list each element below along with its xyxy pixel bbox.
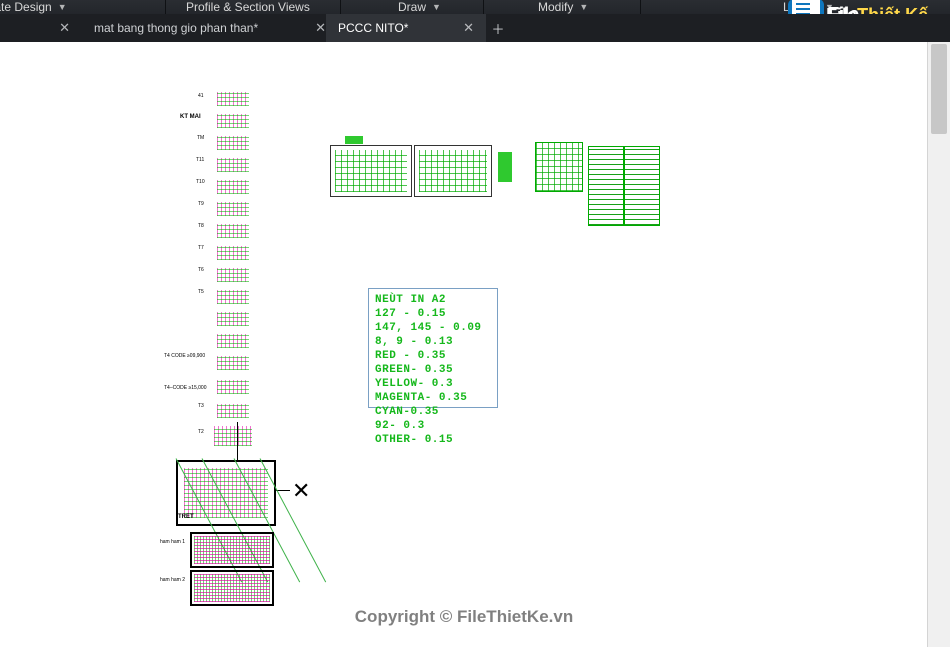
floor-thumbnail xyxy=(215,200,251,218)
floor-thumbnail xyxy=(215,90,251,108)
elev-dim: 41 xyxy=(198,94,204,99)
legend-swatch xyxy=(498,152,512,182)
caret-icon: ▼ xyxy=(58,0,67,14)
level-label: T2 xyxy=(198,430,204,435)
close-icon[interactable]: ✕ xyxy=(463,20,474,36)
basement-plan xyxy=(190,532,274,568)
floor-thumbnail xyxy=(215,112,251,130)
menu-label: Modify xyxy=(538,0,573,14)
schedule-table xyxy=(624,146,660,226)
file-tab[interactable]: 09* ✕ xyxy=(0,14,78,42)
menu-label: Create Design xyxy=(0,0,52,14)
floor-thumbnail xyxy=(215,156,251,174)
level-label: ham ham 2 xyxy=(160,578,185,583)
plot-style-note: NEÙT IN A2 127 - 0.15 147, 145 - 0.09 8,… xyxy=(368,288,498,408)
floor-thumbnail xyxy=(215,354,251,372)
level-label: ham ham 1 xyxy=(160,540,185,545)
copyright-watermark: Copyright © FileThietKe.vn xyxy=(0,608,928,625)
close-icon[interactable]: ✕ xyxy=(59,20,70,36)
menu-draw[interactable]: Draw ▼ xyxy=(390,0,449,14)
file-tab[interactable]: mat bang thong gio phan than* ✕ xyxy=(82,14,336,42)
level-label: T11 xyxy=(196,158,204,163)
menu-label: Profile & Section Views xyxy=(186,0,310,14)
level-label: TRET xyxy=(178,514,194,520)
floor-thumbnail xyxy=(215,310,251,328)
menu-separator xyxy=(340,0,341,14)
menu-separator xyxy=(165,0,166,14)
menu-separator xyxy=(483,0,484,14)
level-label: T7 xyxy=(198,246,204,251)
caret-icon: ▼ xyxy=(579,0,588,14)
caret-icon: ▼ xyxy=(432,0,441,14)
tab-title: PCCC NITO* xyxy=(338,21,408,35)
floor-thumbnail xyxy=(215,378,251,396)
floor-thumbnail xyxy=(215,288,251,306)
level-label: T4 CODE ≥09,900 xyxy=(164,354,205,359)
floor-thumbnail xyxy=(212,424,254,448)
sheet-frame xyxy=(414,145,492,197)
level-label: T8 xyxy=(198,224,204,229)
floor-thumbnail xyxy=(215,134,251,152)
cursor-x-icon: ✕ xyxy=(292,480,310,502)
plot-style-text: NEÙT IN A2 127 - 0.15 147, 145 - 0.09 8,… xyxy=(369,289,497,451)
floor-thumbnail xyxy=(215,222,251,240)
floor-thumbnail xyxy=(215,244,251,262)
close-icon[interactable]: ✕ xyxy=(315,20,326,36)
level-label: T10 xyxy=(196,180,205,185)
vertical-scrollbar[interactable] xyxy=(927,42,950,647)
menu-separator xyxy=(640,0,641,14)
schedule-table xyxy=(535,142,583,192)
level-label: KT MAI xyxy=(180,114,201,120)
floor-thumbnail xyxy=(215,178,251,196)
legend-swatch xyxy=(345,136,363,144)
level-label: T6 xyxy=(198,268,204,273)
file-tab-bar: 09* ✕ mat bang thong gio phan than* ✕ PC… xyxy=(0,14,950,43)
level-label: T4–CODE ≥15,000 xyxy=(164,386,207,391)
floor-thumbnail xyxy=(215,402,251,420)
level-label: T5 xyxy=(198,290,204,295)
sheet-frame xyxy=(330,145,412,197)
basement-plan xyxy=(190,570,274,606)
file-tab-active[interactable]: PCCC NITO* ✕ xyxy=(326,14,486,42)
menu-label: Draw xyxy=(398,0,426,14)
level-label: TM xyxy=(197,136,204,141)
new-tab-button[interactable]: ＋ xyxy=(490,20,506,36)
scrollbar-thumb[interactable] xyxy=(931,44,947,134)
menu-create-design[interactable]: Create Design ▼ xyxy=(0,0,75,14)
floor-thumbnail xyxy=(215,266,251,284)
menu-modify[interactable]: Modify ▼ xyxy=(530,0,596,14)
ribbon-titles: Create Design ▼ Profile & Section Views … xyxy=(0,0,950,15)
level-label: T3 xyxy=(198,404,204,409)
schedule-table xyxy=(588,146,624,226)
menu-profile-section[interactable]: Profile & Section Views xyxy=(186,0,310,14)
level-label: T9 xyxy=(198,202,204,207)
model-space[interactable]: KT MAI 41 TM T11 T10 T9 T8 T7 T6 T5 T4 C… xyxy=(0,42,928,647)
floor-thumbnail xyxy=(215,332,251,350)
tab-title: mat bang thong gio phan than* xyxy=(94,21,258,35)
